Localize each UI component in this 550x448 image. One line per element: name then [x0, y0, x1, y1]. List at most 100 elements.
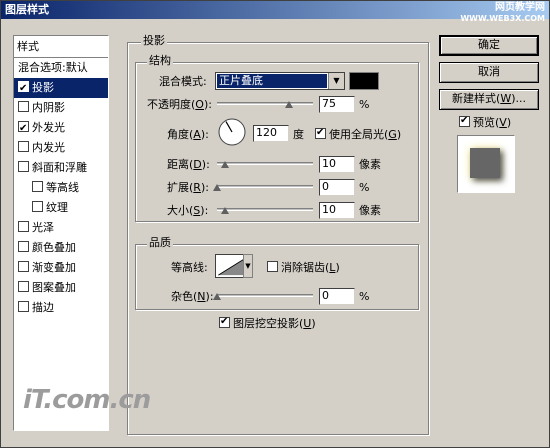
chevron-down-icon[interactable]: ▼ [328, 73, 344, 89]
knockout-check[interactable] [219, 315, 230, 329]
sidebar-item-checkbox[interactable] [18, 119, 29, 139]
sidebar-item[interactable]: 投影 [14, 78, 108, 99]
shadow-color-swatch[interactable] [349, 72, 379, 90]
styles-header[interactable]: 样式 [14, 36, 108, 58]
drop-shadow-title: 投影 [141, 34, 167, 47]
preview-square [470, 148, 500, 178]
sidebar-item-label: 描边 [32, 301, 54, 314]
preview-check[interactable] [459, 114, 470, 128]
spread-slider-track [217, 185, 313, 188]
angle-dial[interactable] [217, 117, 247, 147]
sidebar-item-checkbox[interactable] [18, 101, 29, 112]
sidebar-item-checkbox[interactable] [18, 281, 29, 292]
style-preview-thumbnail [457, 135, 515, 193]
opacity-slider-thumb[interactable] [285, 97, 294, 109]
sidebar-item-label: 渐变叠加 [32, 261, 76, 274]
contour-dropdown-icon[interactable]: ▼ [243, 254, 253, 278]
sidebar-item[interactable]: 渐变叠加 [14, 258, 108, 278]
blend-mode-value: 正片叠底 [217, 74, 327, 88]
spread-unit: % [359, 181, 370, 194]
angle-unit: 度 [293, 128, 304, 141]
watermark-line1: 网页教学网 [495, 2, 545, 13]
noise-input[interactable]: 0 [319, 288, 355, 305]
knockout-checkbox[interactable]: 图层挖空投影(U) [219, 315, 316, 331]
quality-title: 品质 [147, 236, 173, 249]
sidebar-item-checkbox[interactable] [18, 221, 29, 232]
watermark-line2: WWW.WEB3X.COM [460, 14, 545, 23]
sidebar-item[interactable]: 等高线 [14, 178, 108, 198]
watermark: 网页教学网 WWW.WEB3X.COM [460, 2, 545, 24]
title-bar: 图层样式 网页教学网 WWW.WEB3X.COM [1, 1, 549, 23]
size-slider-track [217, 208, 313, 211]
noise-slider-track [217, 294, 313, 297]
structure-title: 结构 [147, 54, 173, 67]
sidebar-item-checkbox[interactable] [32, 181, 43, 192]
contour-label: 等高线: [171, 261, 208, 274]
sidebar-item[interactable]: 斜面和浮雕 [14, 158, 108, 178]
sidebar-item[interactable]: 光泽 [14, 218, 108, 238]
blend-mode-label: 混合模式: [159, 75, 207, 88]
angle-label: 角度(A): [167, 128, 209, 141]
sidebar-item[interactable]: 图案叠加 [14, 278, 108, 298]
opacity-slider-track [217, 102, 313, 105]
antialias-checkbox[interactable]: 消除锯齿(L) [267, 261, 340, 275]
sidebar-item-checkbox[interactable] [18, 261, 29, 272]
sidebar-item[interactable]: 纹理 [14, 198, 108, 218]
sidebar-item-checkbox[interactable] [18, 79, 29, 99]
window-title: 图层样式 [5, 3, 49, 16]
angle-input[interactable]: 120 [253, 125, 289, 142]
spread-slider-thumb[interactable] [213, 180, 222, 192]
sidebar-item-label: 等高线 [46, 181, 79, 194]
distance-input[interactable]: 10 [319, 156, 355, 173]
size-input[interactable]: 10 [319, 202, 355, 219]
global-light-checkbox[interactable]: 使用全局光(G) [315, 126, 401, 142]
sidebar-item[interactable]: 内发光 [14, 138, 108, 158]
styles-list: 样式 混合选项:默认投影内阴影外发光内发光斜面和浮雕等高线纹理光泽颜色叠加渐变叠… [13, 35, 109, 431]
distance-label: 距离(D): [167, 158, 210, 171]
size-label: 大小(S): [167, 204, 209, 217]
sidebar-item-checkbox[interactable] [18, 141, 29, 152]
antialias-check[interactable] [267, 261, 278, 272]
sidebar-item[interactable]: 描边 [14, 298, 108, 318]
global-light-check[interactable] [315, 126, 326, 140]
sidebar-item-checkbox[interactable] [18, 241, 29, 252]
noise-unit: % [359, 290, 370, 303]
sidebar-item-label: 投影 [32, 81, 54, 94]
opacity-unit: % [359, 98, 370, 111]
size-unit: 像素 [359, 204, 381, 217]
sidebar-item-label: 内发光 [32, 141, 65, 154]
noise-label: 杂色(N): [171, 290, 214, 303]
blend-mode-select[interactable]: 正片叠底 ▼ [215, 72, 345, 90]
site-logo: iT.com.cn [23, 385, 151, 415]
opacity-slider[interactable] [217, 97, 313, 111]
sidebar-item-label: 内阴影 [32, 101, 65, 114]
sidebar-item[interactable]: 混合选项:默认 [14, 58, 108, 78]
size-slider[interactable] [217, 203, 313, 217]
sidebar-item[interactable]: 颜色叠加 [14, 238, 108, 258]
sidebar-item[interactable]: 外发光 [14, 118, 108, 139]
layer-style-dialog: 图层样式 网页教学网 WWW.WEB3X.COM 样式 混合选项:默认投影内阴影… [0, 0, 550, 448]
noise-slider-thumb[interactable] [213, 289, 222, 301]
distance-slider[interactable] [217, 157, 313, 171]
sidebar-item-checkbox[interactable] [18, 161, 29, 172]
spread-label: 扩展(R): [167, 181, 209, 194]
sidebar-item-checkbox[interactable] [18, 301, 29, 312]
sidebar-item-label: 斜面和浮雕 [32, 161, 87, 174]
sidebar-item-checkbox[interactable] [32, 201, 43, 212]
cancel-button[interactable]: 取消 [439, 62, 539, 83]
preview-checkbox[interactable]: 预览(V) [459, 114, 511, 130]
sidebar-item-label: 光泽 [32, 221, 54, 234]
sidebar-item-label: 混合选项:默认 [18, 61, 88, 74]
size-slider-thumb[interactable] [220, 203, 230, 215]
new-style-button[interactable]: 新建样式(W)... [439, 89, 539, 110]
distance-slider-thumb[interactable] [220, 157, 230, 169]
spread-slider[interactable] [213, 180, 313, 194]
spread-input[interactable]: 0 [319, 179, 355, 196]
sidebar-item-label: 外发光 [32, 121, 65, 134]
ok-button[interactable]: 确定 [439, 35, 539, 56]
noise-slider[interactable] [213, 289, 313, 303]
opacity-input[interactable]: 75 [319, 96, 355, 113]
sidebar-item[interactable]: 内阴影 [14, 98, 108, 118]
distance-slider-track [217, 162, 313, 165]
sidebar-item-label: 颜色叠加 [32, 241, 76, 254]
